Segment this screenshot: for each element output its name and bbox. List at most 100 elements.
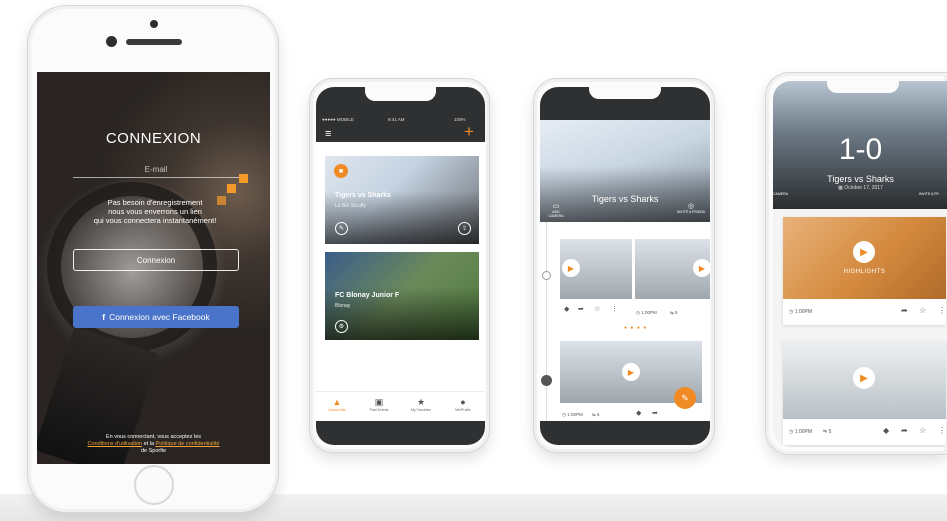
login-button[interactable]: Connexion <box>73 249 239 271</box>
terms-suffix: de Sporfie <box>140 448 167 454</box>
score-hero: 1-0 Tigers vs Sharks ▦ October 17, 2017 … <box>773 81 947 209</box>
clip-time: ◷ 1:00PM <box>789 429 812 435</box>
feed-header: ●●●●● MOBILE 9:41 AM 100% ≡ + <box>316 87 485 142</box>
add-camera-button[interactable]: ▭ ADD CAMERA <box>545 202 567 218</box>
tab-past-events[interactable]: ▣ Past Events <box>358 397 400 412</box>
info-line: Pas besoin d'enregistrement <box>107 198 203 207</box>
favorite-icon[interactable]: ☆ <box>594 305 600 313</box>
clip-thumbnail[interactable]: ▶ <box>560 239 632 299</box>
highlight-video[interactable]: ▶ HIGHLIGHTS <box>783 217 946 299</box>
facebook-button-label: Connexion avec Facebook <box>109 312 210 322</box>
event-subtitle: Lo Bel Scruffy <box>335 203 367 209</box>
more-icon[interactable]: ⋮ <box>938 306 946 315</box>
calendar-icon: ▣ <box>374 397 384 407</box>
sporfie-logo-square <box>239 174 248 183</box>
invite-label: INVITE A FRIEND <box>676 210 706 214</box>
page-indicator: ● ● ● ● <box>624 325 648 331</box>
tag-icon[interactable]: ◆ <box>883 426 889 435</box>
tab-around-me[interactable]: ▲ Around Me <box>316 397 358 412</box>
more-icon[interactable]: ⋮ <box>611 305 618 313</box>
clip-time-value: 1:00PM <box>641 310 657 315</box>
more-icon[interactable]: ⋮ <box>938 426 946 435</box>
info-line: qui vous connectera instantanément! <box>93 216 217 225</box>
clip-video[interactable]: ▶ <box>783 341 946 419</box>
feed-screen: ●●●●● MOBILE 9:41 AM 100% ≡ + ■ Tigers v… <box>316 87 485 445</box>
phone-notch <box>589 87 661 99</box>
tab-label: My Favorites <box>410 408 432 412</box>
login-info-text: Pas besoin d'enregistrement nous vous en… <box>67 198 243 225</box>
phone-feed: ●●●●● MOBILE 9:41 AM 100% ≡ + ■ Tigers v… <box>309 78 490 453</box>
clip-thumbnail[interactable]: ▶ <box>635 239 710 299</box>
play-icon[interactable]: ▶ <box>622 363 640 381</box>
clip-time: ◷ 1:00PM <box>562 412 583 417</box>
clip-views: ⇋ 5 <box>670 310 678 315</box>
settings-icon[interactable]: ⚙ <box>335 320 348 333</box>
menu-icon[interactable]: ≡ <box>325 129 331 140</box>
edit-icon[interactable]: ✎ <box>335 222 348 235</box>
terms-link[interactable]: Conditions d'utilisation <box>88 441 143 447</box>
home-button[interactable] <box>134 465 174 505</box>
share-icon: ◎ <box>687 203 695 210</box>
flame-icon: ▲ <box>332 397 342 407</box>
facebook-icon: f <box>102 312 106 322</box>
invite-label: INVITE A FR <box>919 192 939 196</box>
bottom-bar <box>316 421 485 445</box>
clip-time-value: 1:00PM <box>794 309 812 315</box>
event-card[interactable]: FC Blonay Junior F Blonay ⚙ <box>325 252 479 340</box>
event-card[interactable]: ■ Tigers vs Sharks Lo Bel Scruffy ✎ ⇪ <box>325 156 479 244</box>
clip-time-value: 1:00PM <box>794 429 812 435</box>
phone-game: Tigers vs Sharks ▭ ADD CAMERA ◎ INVITE A… <box>533 78 715 453</box>
add-icon[interactable]: + <box>464 123 474 140</box>
game-hero: Tigers vs Sharks ▭ ADD CAMERA ◎ INVITE A… <box>540 120 710 222</box>
play-icon[interactable]: ▶ <box>853 241 875 263</box>
record-button[interactable]: ✎ <box>674 387 696 409</box>
play-icon[interactable]: ▶ <box>853 367 875 389</box>
share-icon[interactable]: ⇪ <box>458 222 471 235</box>
invite-button[interactable]: INVITE A FR <box>919 192 939 196</box>
clip-count: 5 <box>675 310 678 315</box>
match-title: Tigers vs Sharks <box>827 174 894 184</box>
clip-count: 5 <box>597 412 600 417</box>
share-arrow-icon[interactable]: ➦ <box>901 306 908 315</box>
favorite-icon[interactable]: ☆ <box>919 426 926 435</box>
tab-label: Around Me <box>328 408 346 412</box>
privacy-link[interactable]: Politique de confidentialité <box>156 441 220 447</box>
terms-and: et la <box>143 441 155 447</box>
highlight-card[interactable]: ▶ HIGHLIGHTS ◷ 1:00PM ➦ ☆ ⋮ <box>783 217 946 325</box>
event-title: Tigers vs Sharks <box>335 192 391 199</box>
highlight-label: HIGHLIGHTS <box>843 269 886 275</box>
person-icon: ● <box>460 397 466 407</box>
clip-time: ◷ 1:00PM <box>636 310 657 315</box>
tab-label: Me/Profile <box>455 408 471 412</box>
invite-button[interactable]: ◎ INVITE A FRIEND <box>675 202 707 214</box>
play-icon[interactable]: ▶ <box>693 259 710 277</box>
front-camera <box>106 36 117 47</box>
tab-profile[interactable]: ● Me/Profile <box>442 397 484 412</box>
favorite-icon[interactable]: ☆ <box>919 306 926 315</box>
phone-login: CONNEXION E-mail Pas besoin d'enregistre… <box>27 5 279 513</box>
bottom-bar <box>540 421 710 445</box>
share-arrow-icon[interactable]: ➦ <box>901 426 908 435</box>
share-arrow-icon[interactable]: ➦ <box>652 409 658 417</box>
clip-count: 5 <box>828 429 832 435</box>
timeline-marker <box>541 375 552 386</box>
login-title: CONNEXION <box>105 130 202 147</box>
event-subtitle: Blonay <box>335 303 351 309</box>
terms-prefix: En vous connectant, vous acceptez les <box>105 434 202 440</box>
status-carrier: ●●●●● MOBILE <box>322 117 354 122</box>
match-date: ▦ October 17, 2017 <box>838 185 883 191</box>
login-screen: CONNEXION E-mail Pas besoin d'enregistre… <box>37 72 270 464</box>
camera-button[interactable]: CAMERA <box>773 192 788 196</box>
facebook-login-button[interactable]: f Connexion avec Facebook <box>73 306 239 328</box>
clip-card[interactable]: ▶ ◷ 1:00PM ⇋ 5 ◆ ➦ ☆ ⋮ <box>783 341 946 445</box>
tag-icon[interactable]: ◆ <box>636 409 641 417</box>
phone-notch <box>827 81 899 93</box>
score-screen: 1-0 Tigers vs Sharks ▦ October 17, 2017 … <box>773 81 947 447</box>
play-icon[interactable]: ▶ <box>562 259 580 277</box>
clip-time-value: 1:00PM <box>567 412 583 417</box>
tab-my-favorites[interactable]: ★ My Favorites <box>400 397 442 412</box>
game-header <box>540 87 710 120</box>
email-field[interactable]: E-mail <box>73 165 239 178</box>
tag-icon[interactable]: ◆ <box>564 305 569 313</box>
share-arrow-icon[interactable]: ➦ <box>578 305 584 313</box>
